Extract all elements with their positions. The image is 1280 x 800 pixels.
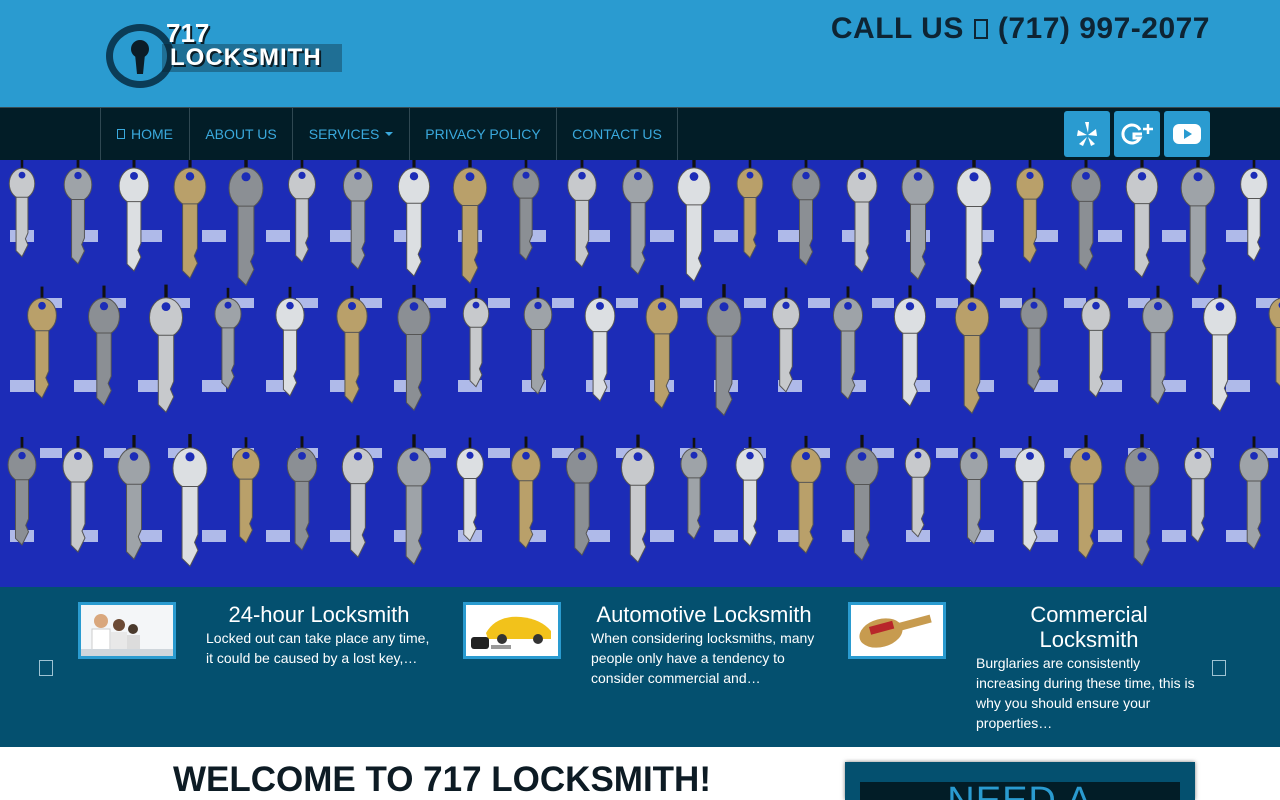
site-logo[interactable]: 717 LOCKSMITH [104, 14, 349, 94]
nav-label: HOME [131, 126, 173, 142]
service-text-line: increasing during these time, this is [976, 675, 1195, 691]
service-text-line: consider commercial and… [591, 670, 761, 686]
service-title-24hour[interactable]: 24-hour Locksmith [205, 602, 433, 627]
service-title-automotive[interactable]: Automotive Locksmith [590, 602, 818, 627]
phone-number[interactable]: (717) 997-2077 [998, 12, 1210, 45]
service-text-line: Locked out can take place any time, [206, 630, 430, 646]
nav-label: ABOUT US [205, 126, 277, 142]
nav-label: PRIVACY POLICY [425, 126, 541, 142]
nav-menu: HOME ABOUT US SERVICES PRIVACY POLICY CO… [100, 108, 678, 160]
google-plus-icon [1121, 123, 1153, 145]
need-locksmith-box: NEED A [845, 762, 1195, 800]
yelp-button[interactable] [1064, 111, 1110, 157]
service-text-line: When considering locksmiths, many [591, 630, 815, 646]
nav-item-services[interactable]: SERVICES [292, 108, 409, 160]
nav-item-home[interactable]: HOME [100, 108, 189, 160]
service-title-line: Commercial [1030, 602, 1148, 627]
phone-icon [973, 19, 988, 39]
chevron-down-icon [385, 132, 394, 136]
hero-image [0, 160, 1280, 587]
welcome-heading: WELCOME TO 717 LOCKSMITH! [173, 760, 711, 799]
nav-item-contact[interactable]: CONTACT US [556, 108, 678, 160]
yelp-icon [1077, 122, 1097, 146]
logo-wordmark: LOCKSMITH [170, 44, 322, 71]
service-text-line: it could be caused by a lost key,… [206, 650, 418, 666]
service-text-line: Burglaries are consistently [976, 655, 1141, 671]
call-label: CALL US [830, 12, 964, 45]
main-navbar: HOME ABOUT US SERVICES PRIVACY POLICY CO… [0, 107, 1280, 160]
service-thumbnail-commercial[interactable] [848, 602, 946, 659]
service-title-line: Locksmith [1039, 627, 1139, 652]
youtube-icon [1173, 124, 1201, 144]
nav-label: CONTACT US [572, 126, 662, 142]
service-text-line: properties… [976, 715, 1053, 731]
youtube-button[interactable] [1164, 111, 1210, 157]
service-title-commercial[interactable]: Commercial Locksmith [975, 602, 1203, 652]
service-text-automotive: When considering locksmiths, many people… [591, 628, 831, 688]
service-text-commercial: Burglaries are consistently increasing d… [976, 653, 1216, 733]
service-thumbnail-24hour[interactable] [78, 602, 176, 659]
home-icon [117, 129, 125, 139]
site-header: 717 LOCKSMITH CALL US (717) 997-2077 [0, 0, 1280, 107]
service-text-line: people only have a tendency to [591, 650, 785, 666]
service-text-24hour: Locked out can take place any time, it c… [206, 628, 446, 668]
service-text-line: why you should ensure your [976, 695, 1151, 711]
nav-item-about[interactable]: ABOUT US [189, 108, 292, 160]
google-plus-button[interactable] [1114, 111, 1160, 157]
need-box-title: NEED A [845, 780, 1195, 800]
call-us[interactable]: CALL US (717) 997-2077 [831, 12, 1210, 46]
service-thumbnail-automotive[interactable] [463, 602, 561, 659]
carousel-prev-button[interactable] [39, 660, 53, 676]
nav-item-privacy[interactable]: PRIVACY POLICY [409, 108, 556, 160]
nav-label: SERVICES [308, 126, 380, 142]
